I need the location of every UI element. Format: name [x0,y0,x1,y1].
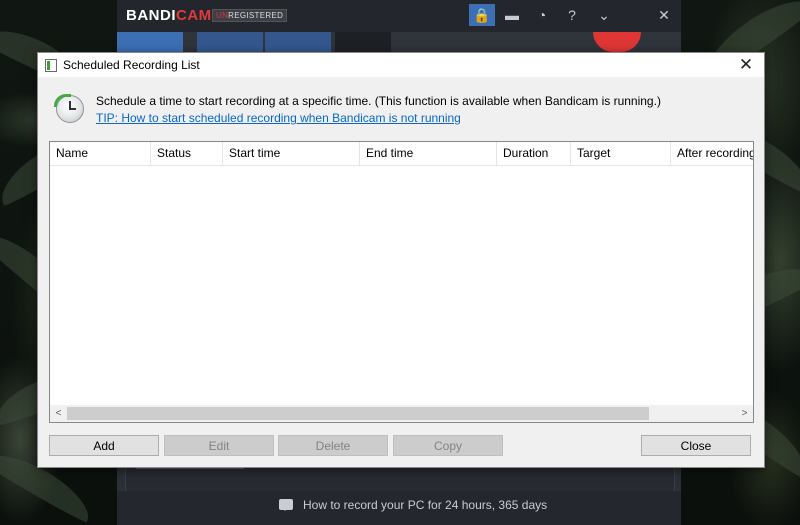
app-icon [45,59,57,72]
tip-link[interactable]: TIP: How to start scheduled recording wh… [96,111,461,125]
lock-icon[interactable]: 🔒 [469,4,495,26]
chat-icon [279,499,293,511]
scroll-left-icon[interactable]: < [50,405,67,422]
screen-mode-tab[interactable] [117,32,183,52]
column-header-name[interactable]: Name [50,142,151,165]
copy-button[interactable]: Copy [393,435,503,456]
dialog-titlebar: Scheduled Recording List ✕ [38,53,764,77]
fullscreen-mode-tab[interactable] [197,32,263,52]
column-header-after-recording[interactable]: After recording [671,142,753,165]
scheduled-recording-dialog: Scheduled Recording List ✕ Schedule a ti… [37,52,765,468]
column-header-status[interactable]: Status [151,142,223,165]
dialog-close-button[interactable]: ✕ [734,54,758,76]
footer-tip-text[interactable]: How to record your PC for 24 hours, 365 … [303,498,547,512]
game-mode-tab[interactable] [265,32,331,52]
edit-button[interactable]: Edit [164,435,274,456]
folder-icon[interactable]: ▬ [499,4,525,26]
column-header-end-time[interactable]: End time [360,142,497,165]
unregistered-badge[interactable]: UNREGISTERED [212,9,288,22]
delete-button[interactable]: Delete [278,435,388,456]
list-body[interactable] [50,166,753,404]
close-icon[interactable]: ✕ [651,4,677,26]
close-button[interactable]: Close [641,435,751,456]
list-header: Name Status Start time End time Duration… [50,142,753,166]
column-header-start-time[interactable]: Start time [223,142,360,165]
device-mode-tab[interactable] [335,32,391,52]
scroll-right-icon[interactable]: > [736,405,753,422]
schedule-description: Schedule a time to start recording at a … [96,94,661,108]
add-button[interactable]: Add [49,435,159,456]
bandicam-footer[interactable]: How to record your PC for 24 hours, 365 … [117,491,681,525]
column-header-target[interactable]: Target [571,142,671,165]
scrollbar-thumb[interactable] [67,407,649,420]
horizontal-scrollbar[interactable]: < > [50,405,753,422]
minimize-icon[interactable]: ⌄ [591,4,617,26]
dialog-title: Scheduled Recording List [63,58,200,72]
schedule-list[interactable]: Name Status Start time End time Duration… [49,141,754,423]
help-icon[interactable]: ? [559,4,585,26]
column-header-duration[interactable]: Duration [497,142,571,165]
bandicam-lower-panel [125,465,675,493]
schedule-clock-icon [54,94,84,123]
clock-icon[interactable]: ◔ [529,4,555,26]
bandicam-titlebar: BANDICAM UNREGISTERED 🔒 ▬ ◔ ? ⌄ ✕ [117,0,681,32]
bandicam-logo: BANDICAM [126,7,212,24]
